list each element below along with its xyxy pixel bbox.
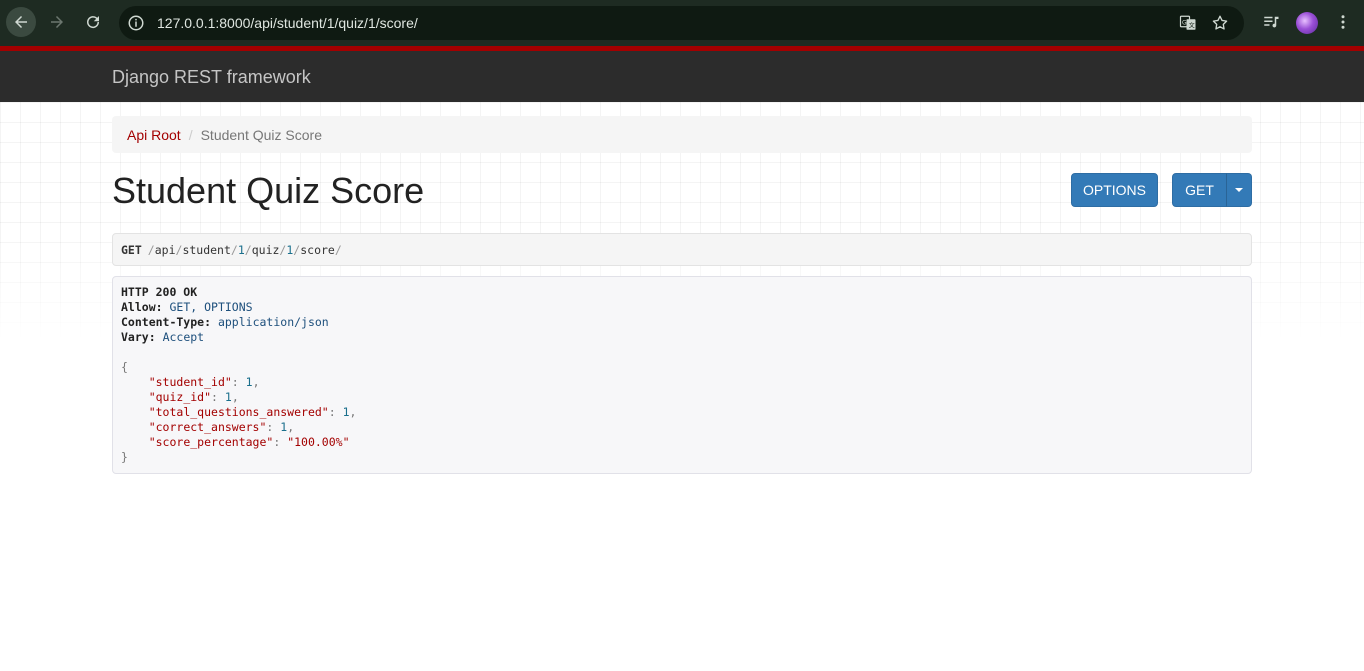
reload-button[interactable] [78, 7, 108, 37]
svg-text:G: G [1182, 20, 1187, 27]
brand-link[interactable]: Django REST framework [112, 67, 311, 88]
url-text[interactable]: 127.0.0.1:8000/api/student/1/quiz/1/scor… [157, 15, 418, 31]
response-header: Allow: GET, OPTIONS [121, 300, 253, 314]
breadcrumb-separator: / [188, 126, 193, 143]
more-vertical-icon[interactable] [1334, 13, 1352, 31]
browser-toolbar: 127.0.0.1:8000/api/student/1/quiz/1/scor… [0, 0, 1364, 46]
arrow-right-icon [51, 16, 63, 28]
request-method: GET [121, 242, 142, 257]
json-field: "total_questions_answered": 1, [148, 405, 357, 419]
json-field: "correct_answers": 1, [148, 420, 295, 434]
json-field: "student_id": 1, [148, 375, 260, 389]
response-status: HTTP 200 OK [121, 285, 198, 299]
request-path: /api/student/1/quiz/1/score/ [147, 242, 342, 257]
profile-avatar[interactable] [1296, 12, 1318, 34]
json-open-brace: { [121, 360, 128, 374]
breadcrumb-api-root-link[interactable]: Api Root [127, 127, 181, 143]
response-header: Content-Type: application/json [121, 315, 329, 329]
star-icon[interactable] [1211, 14, 1229, 32]
navbar: Django REST framework [0, 51, 1364, 102]
caret-down-icon [1235, 188, 1243, 192]
reload-icon [87, 16, 100, 29]
back-button[interactable] [6, 7, 36, 37]
media-control-icon[interactable] [1262, 13, 1280, 31]
page-title: Student Quiz Score [112, 170, 425, 211]
options-button[interactable]: OPTIONS [1071, 173, 1158, 207]
info-icon[interactable] [127, 14, 145, 32]
breadcrumb-current: Student Quiz Score [200, 126, 322, 143]
json-close-brace: } [121, 450, 128, 464]
response-header: Vary: Accept [121, 330, 205, 344]
response-info: HTTP 200 OK Allow: GET, OPTIONS Content-Ty… [112, 276, 1252, 474]
svg-text:文: 文 [1189, 22, 1195, 30]
get-button[interactable]: GET [1172, 173, 1227, 207]
json-field: "quiz_id": 1, [148, 390, 239, 404]
address-bar[interactable]: 127.0.0.1:8000/api/student/1/quiz/1/scor… [119, 6, 1244, 40]
translate-icon[interactable]: G文 [1179, 14, 1197, 32]
forward-button[interactable] [42, 7, 72, 37]
arrow-left-icon [15, 16, 27, 28]
request-info: GET /api/student/1/quiz/1/score/ [112, 233, 1252, 266]
breadcrumb: Api Root / Student Quiz Score [112, 116, 1252, 153]
get-format-dropdown-button[interactable] [1226, 173, 1252, 207]
json-field: "score_percentage": "100.00%" [148, 435, 350, 449]
